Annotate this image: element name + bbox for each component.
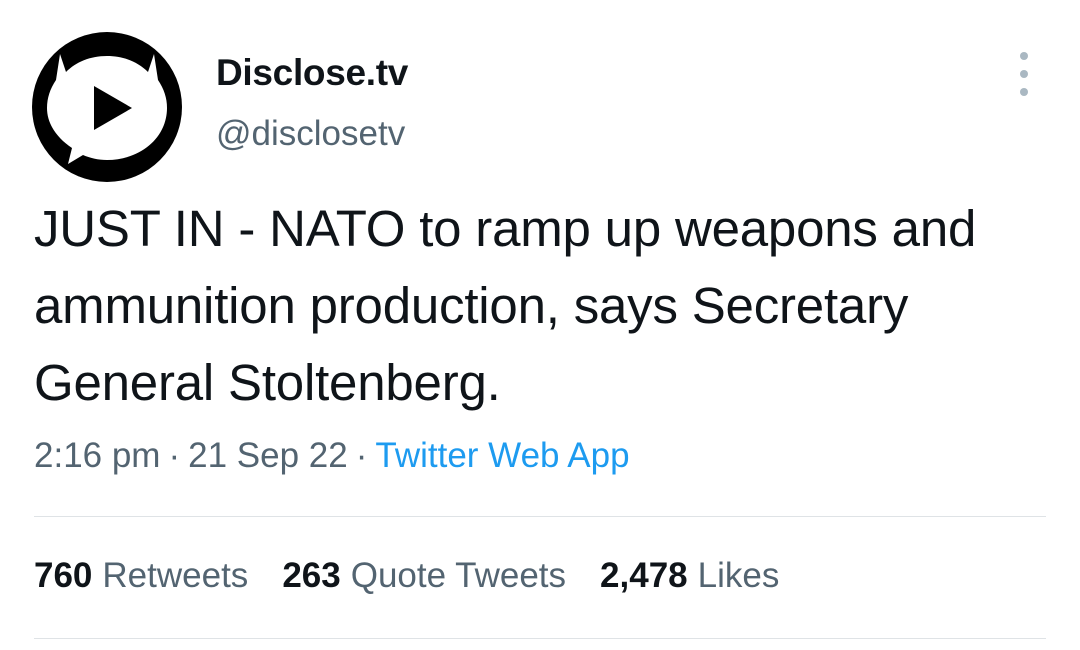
quote-tweets-count: 263	[282, 556, 341, 595]
tweet-source-link[interactable]: Twitter Web App	[375, 436, 629, 475]
retweets-stat[interactable]: 760 Retweets	[34, 556, 248, 596]
tweet-card: Disclose.tv @disclosetv JUST IN - NATO t…	[0, 0, 1080, 650]
tweet-time[interactable]: 2:16 pm	[34, 436, 160, 475]
disclose-play-bubble-icon	[32, 32, 182, 182]
divider	[34, 516, 1046, 517]
quote-tweets-label: Quote Tweets	[350, 556, 567, 595]
engagement-stats: 760 Retweets 263 Quote Tweets 2,478 Likes	[34, 556, 779, 596]
meta-separator: ·	[168, 436, 181, 475]
more-options-button[interactable]	[1006, 52, 1042, 96]
meta-separator: ·	[355, 436, 368, 475]
divider	[34, 638, 1046, 639]
tweet-date[interactable]: 21 Sep 22	[188, 436, 348, 475]
likes-count: 2,478	[600, 556, 688, 595]
tweet-text: JUST IN - NATO to ramp up weapons and am…	[34, 200, 977, 411]
tweet-meta: 2:16 pm · 21 Sep 22 · Twitter Web App	[34, 436, 630, 476]
avatar[interactable]	[32, 32, 182, 182]
retweets-count: 760	[34, 556, 93, 595]
author-display-name[interactable]: Disclose.tv	[216, 52, 408, 94]
likes-stat[interactable]: 2,478 Likes	[600, 556, 779, 596]
quote-tweets-stat[interactable]: 263 Quote Tweets	[282, 556, 566, 596]
retweets-label: Retweets	[102, 556, 249, 595]
more-vertical-icon	[1020, 52, 1028, 60]
likes-label: Likes	[697, 556, 780, 595]
author-handle[interactable]: @disclosetv	[216, 114, 405, 154]
